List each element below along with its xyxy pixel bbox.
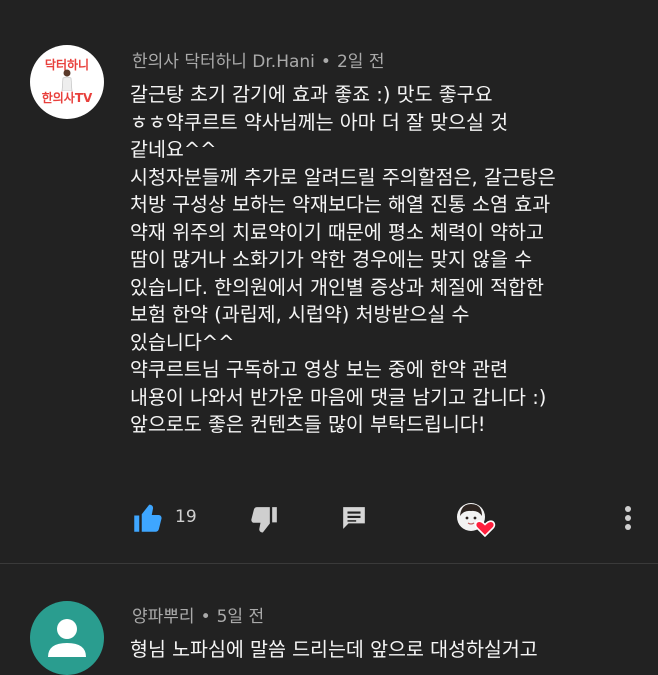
meta-separator: • (200, 607, 211, 627)
channel-avatar[interactable]: 닥터하니 한의사TV (30, 45, 104, 119)
comment-time[interactable]: 2일 전 (337, 52, 385, 72)
default-user-icon (48, 619, 86, 657)
comment-actions: 19 (0, 500, 658, 538)
creator-heart-badge[interactable] (456, 500, 498, 540)
comment-body: 갈근탕 초기 감기에 효과 좋죠 :) 맛도 좋구요 ㅎㅎ약쿠르트 약사님께는 … (130, 83, 556, 436)
creator-heart-icon (457, 503, 496, 538)
avatar-brand-subtext: 한의사TV (41, 91, 93, 105)
comment-meta: 한의사 닥터하니 Dr.Hani • 2일 전 (132, 47, 384, 72)
comment-author[interactable]: 양파뿌리 (132, 607, 195, 627)
more-icon (625, 506, 631, 530)
comment-item: 양파뿌리 • 5일 전 형님 노파심에 말씀 드리는데 앞으로 대성하실거고 (0, 564, 658, 675)
reply-button[interactable] (336, 500, 372, 536)
comment-time[interactable]: 5일 전 (217, 607, 265, 627)
like-button[interactable] (130, 500, 166, 536)
comment-item: 닥터하니 한의사TV 한의사 닥터하니 Dr.Hani • 2일 전 갈근탕 초기 … (0, 0, 658, 564)
more-actions-button[interactable] (616, 500, 640, 536)
comment-body: 형님 노파심에 말씀 드리는데 앞으로 대성하실거고 (130, 638, 538, 661)
thumb-up-icon (134, 504, 162, 532)
comment-author[interactable]: 한의사 닥터하니 Dr.Hani (132, 52, 315, 72)
thumb-down-icon (251, 507, 277, 533)
like-count: 19 (175, 507, 197, 527)
dislike-button[interactable] (246, 502, 282, 538)
meta-separator: • (320, 52, 331, 72)
reply-icon (343, 507, 365, 529)
person-figure-icon (61, 69, 73, 91)
comment-meta: 양파뿌리 • 5일 전 (132, 602, 264, 627)
user-avatar[interactable] (30, 601, 104, 675)
